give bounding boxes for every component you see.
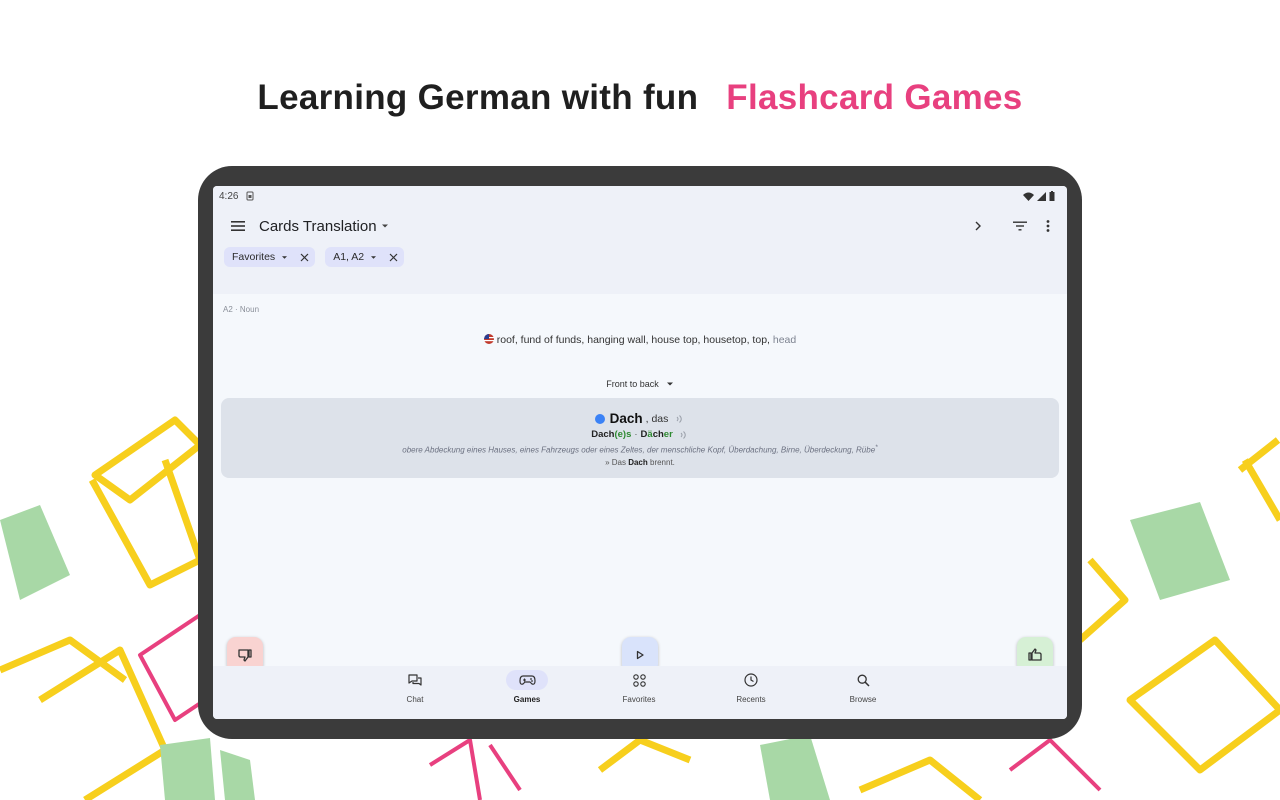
chevron-down-icon [381,224,388,228]
status-time: 4:26 [219,190,239,202]
chevron-right-icon[interactable] [969,217,987,235]
headline-accent-text: Flashcard Games [726,78,1023,117]
chat-icon [408,673,422,686]
more-vert-icon[interactable] [1039,217,1057,235]
card-word: Dach [609,411,643,426]
signal-icon [1037,191,1046,201]
app-screen: 4:26 Cards Translation Favorites A1, A2 … [213,186,1067,719]
clock-icon [744,673,758,687]
filter-chip-level[interactable]: A1, A2 [325,247,405,267]
definition-text: obere Abdeckung eines Hauses, eines Fahr… [402,445,876,455]
example-prefix: » Das [605,457,629,467]
search-icon [857,674,870,687]
nav-games[interactable]: Games [492,670,562,704]
translation-line: roof, fund of funds, hanging wall, house… [213,334,1067,346]
direction-label: Front to back [606,379,659,389]
tablet-frame: 4:26 Cards Translation Favorites A1, A2 … [198,166,1082,739]
speaker-icon[interactable] [679,430,689,440]
chevron-down-icon [666,382,673,386]
plural-mid: ch [652,429,664,440]
card-content: A2 · Noun roof, fund of funds, hanging w… [213,294,1067,686]
bottom-navigation: Chat Games Favorites Recents Browse [213,666,1067,719]
gamepad-icon [518,675,536,685]
chip-label: A1, A2 [333,251,365,263]
close-icon[interactable] [389,253,398,262]
wifi-icon [1023,192,1034,201]
definition: obere Abdeckung eines Hauses, eines Fahr… [221,444,1059,455]
nav-label: Browse [849,695,877,704]
example-suffix: brennt. [647,457,675,467]
play-icon [636,650,644,660]
chevron-down-icon [282,255,288,259]
translation-text: roof, fund of funds, hanging wall, house… [496,334,770,346]
flashcard[interactable]: Dach , das Dach(e)s · Dächer obere Abdec… [221,398,1059,478]
top-app-bar: Cards Translation Favorites A1, A2 [213,206,1067,294]
thumb-up-icon [1028,648,1042,661]
plural-suffix: er [663,429,673,440]
menu-icon[interactable] [229,217,247,235]
card-article: , das [645,412,669,425]
status-bar: 4:26 [213,186,1067,206]
genitive-suffix: (e)s [614,429,632,440]
direction-selector[interactable]: Front to back [213,379,1067,389]
us-flag-icon [483,334,494,344]
nav-recents[interactable]: Recents [716,670,786,704]
nav-label: Chat [406,695,424,704]
chevron-down-icon [371,255,377,259]
nav-browse[interactable]: Browse [828,670,898,704]
grid-icon [632,673,646,687]
word-meta: A2 · Noun [223,305,260,314]
example-word: Dach [628,457,648,467]
example-sentence: » Das Dach brennt. [221,458,1059,467]
definition-mark: * [875,444,878,451]
genitive-stem: Dach [591,429,615,440]
chip-label: Favorites [232,251,276,263]
nav-label: Favorites [622,695,656,704]
filter-icon[interactable] [1011,217,1029,235]
screen-title: Cards Translation [259,217,377,235]
gender-dot [594,413,605,424]
headline: Learning German with fun Flashcard Games [0,78,1280,118]
filter-chips: Favorites A1, A2 [213,247,1067,267]
nav-favorites[interactable]: Favorites [604,670,674,704]
filter-chip-favorites[interactable]: Favorites [224,247,316,267]
sim-icon [246,191,254,201]
close-icon[interactable] [300,253,309,262]
thumb-down-icon [238,649,252,662]
battery-icon [1049,191,1055,201]
nav-label: Games [513,695,541,704]
nav-label: Recents [736,695,766,704]
mode-selector[interactable]: Cards Translation [259,218,389,235]
headline-text: Learning German with fun [257,78,699,117]
toolbar: Cards Translation [213,206,1067,246]
forms-separator: · [634,429,638,440]
translation-extra: head [769,334,797,346]
nav-chat[interactable]: Chat [380,670,450,704]
speaker-icon[interactable] [675,414,685,424]
